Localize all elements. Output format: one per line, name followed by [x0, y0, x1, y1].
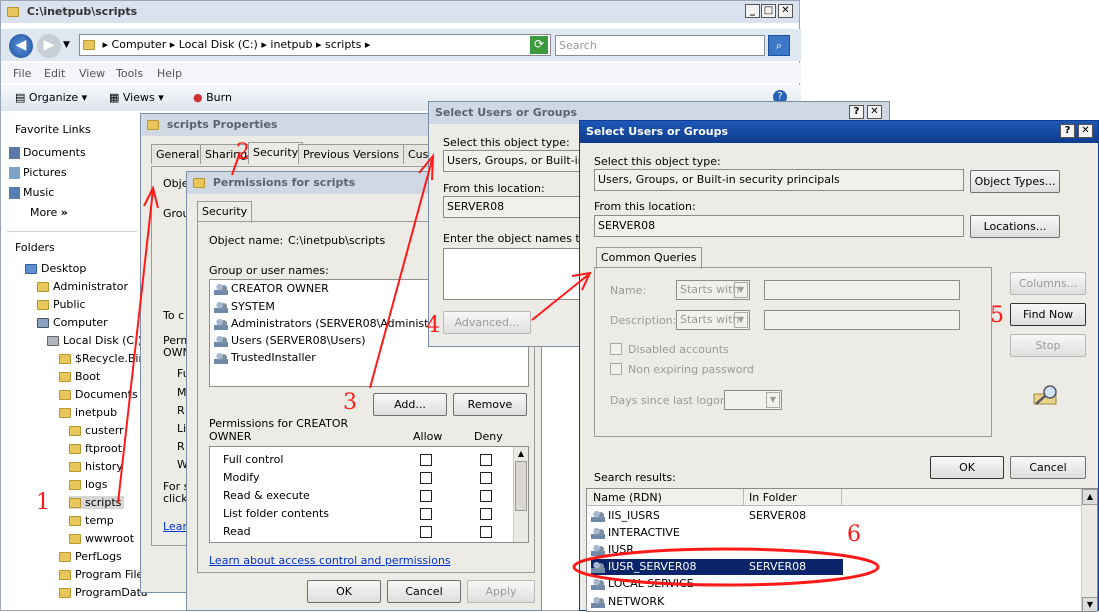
annotation-label-5: 5: [990, 303, 1004, 328]
annotation-label-3: 3: [343, 390, 357, 415]
annotation-label-4: 4: [426, 313, 440, 338]
highlight-ellipse: [572, 547, 880, 587]
arrow-3-head: [418, 153, 435, 181]
annotation-overlay: [117, 151, 880, 587]
arrow-3: [369, 159, 433, 389]
arrow-4: [531, 274, 589, 321]
annotation-label-1: 1: [36, 490, 50, 515]
arrow-1: [117, 189, 154, 504]
annotation-label-6: 6: [847, 522, 861, 547]
annotation-label-2: 2: [236, 140, 250, 165]
